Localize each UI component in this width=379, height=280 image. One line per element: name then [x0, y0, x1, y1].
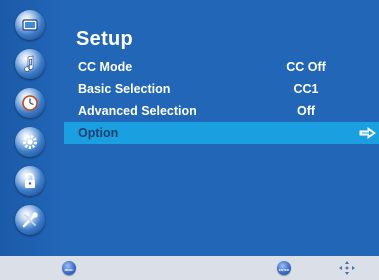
- setup-gear-icon[interactable]: [15, 127, 45, 157]
- menu-item-label: Basic Selection: [78, 82, 171, 96]
- picture-icon[interactable]: [15, 10, 45, 40]
- menu-button-text: MENU: [64, 268, 74, 272]
- tv-osd-screen: Setup CC Mode CC Off Basic Selection CC1…: [0, 0, 379, 280]
- menu-item-basic-selection[interactable]: Basic Selection CC1: [64, 78, 379, 100]
- menu-item-value: CC1: [293, 82, 319, 96]
- menu-item-option[interactable]: Option: [64, 122, 379, 144]
- enter-button-text: ENTER: [278, 268, 290, 272]
- menu-item-label: Option: [78, 126, 119, 140]
- pointer-hand-icon: [359, 127, 376, 139]
- menu-item-label: Advanced Selection: [78, 104, 197, 118]
- tools-icon[interactable]: [15, 205, 45, 235]
- category-sidebar: [0, 0, 64, 256]
- menu-item-cc-mode[interactable]: CC Mode CC Off: [64, 56, 379, 78]
- audio-note-icon[interactable]: [15, 49, 45, 79]
- button-hint-bar: MENU ENTER: [0, 256, 379, 280]
- menu-item-label: CC Mode: [78, 60, 133, 74]
- menu-title: Setup: [76, 28, 134, 50]
- menu-item-value: CC Off: [286, 60, 326, 74]
- menu-button-icon: MENU: [62, 261, 76, 275]
- navigation-arrows-icon: [339, 261, 355, 275]
- enter-button-icon: ENTER: [277, 261, 291, 275]
- setup-menu-list: CC Mode CC Off Basic Selection CC1 Advan…: [64, 56, 379, 144]
- menu-item-advanced-selection[interactable]: Advanced Selection Off: [64, 100, 379, 122]
- lock-icon[interactable]: [15, 166, 45, 196]
- menu-item-value: Off: [296, 104, 316, 118]
- clock-icon[interactable]: [15, 88, 45, 118]
